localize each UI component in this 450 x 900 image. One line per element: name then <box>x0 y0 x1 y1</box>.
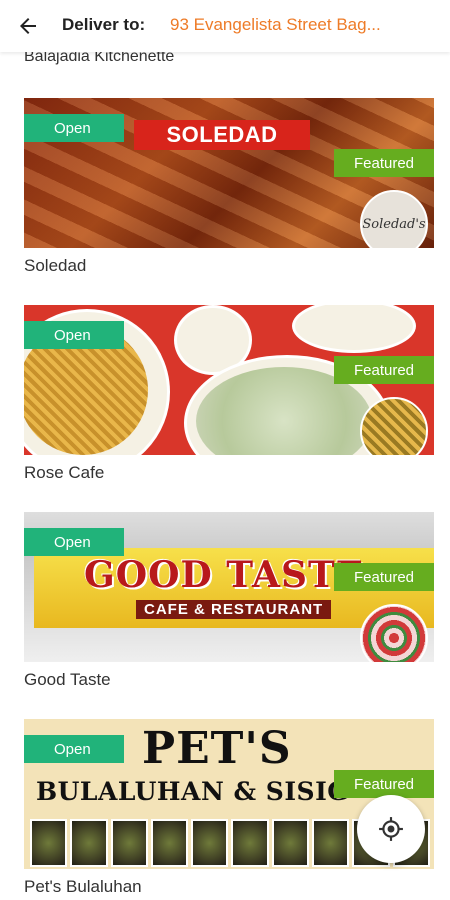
restaurant-list[interactable]: Balajadia Kitchenette SOLEDAD Open Featu… <box>0 52 450 900</box>
restaurant-name[interactable]: Good Taste <box>24 670 434 690</box>
featured-badge: Featured <box>334 149 434 177</box>
sign-title: PET'S <box>142 723 292 774</box>
restaurant-card[interactable]: Open Featured Rose Cafe <box>24 305 434 483</box>
back-button[interactable] <box>14 12 42 40</box>
delivery-address[interactable]: 93 Evangelista Street Bag... <box>170 15 432 35</box>
restaurant-image[interactable]: GOOD TASTE CAFE & RESTAURANT Open Featur… <box>24 512 434 662</box>
food-thumbnail <box>70 819 108 867</box>
sign-subtitle: CAFE & RESTAURANT <box>136 600 332 619</box>
app-header: Deliver to: 93 Evangelista Street Bag... <box>0 0 450 52</box>
restaurant-card[interactable]: SOLEDAD Open Featured Soledad's Soledad <box>24 98 434 276</box>
restaurant-image[interactable]: SOLEDAD Open Featured Soledad's <box>24 98 434 248</box>
restaurant-name[interactable]: Balajadia Kitchenette <box>24 52 174 66</box>
open-badge: Open <box>24 735 124 763</box>
food-thumbnail <box>312 819 350 867</box>
food-thumbnail <box>231 819 269 867</box>
sign-subtitle: BULALUHAN & SISIG <box>36 777 350 806</box>
restaurant-name[interactable]: Pet's Bulaluhan <box>24 877 434 897</box>
featured-badge: Featured <box>334 356 434 384</box>
food-thumbnail <box>30 819 68 867</box>
restaurant-name[interactable]: Soledad <box>24 256 434 276</box>
locate-me-button[interactable] <box>357 795 425 863</box>
arrow-left-icon <box>20 18 36 34</box>
restaurant-name[interactable]: Rose Cafe <box>24 463 434 483</box>
food-thumbnail <box>271 819 310 867</box>
featured-badge: Featured <box>334 770 434 798</box>
open-badge: Open <box>24 321 124 349</box>
food-thumbnail <box>110 819 148 867</box>
featured-badge: Featured <box>334 563 434 591</box>
food-thumbnail <box>191 819 229 867</box>
open-badge: Open <box>24 528 124 556</box>
restaurant-image[interactable]: Open Featured <box>24 305 434 455</box>
food-thumbnail <box>150 819 189 867</box>
restaurant-logo <box>360 397 428 455</box>
deliver-to-label: Deliver to: <box>62 15 146 34</box>
restaurant-card[interactable]: GOOD TASTE CAFE & RESTAURANT Open Featur… <box>24 512 434 690</box>
banner-text: SOLEDAD <box>134 120 310 150</box>
sign-title: GOOD TASTE <box>84 554 365 596</box>
crosshair-icon <box>379 817 403 841</box>
soup-bowl <box>292 305 416 353</box>
restaurant-logo: Soledad's <box>360 190 428 248</box>
open-badge: Open <box>24 114 124 142</box>
